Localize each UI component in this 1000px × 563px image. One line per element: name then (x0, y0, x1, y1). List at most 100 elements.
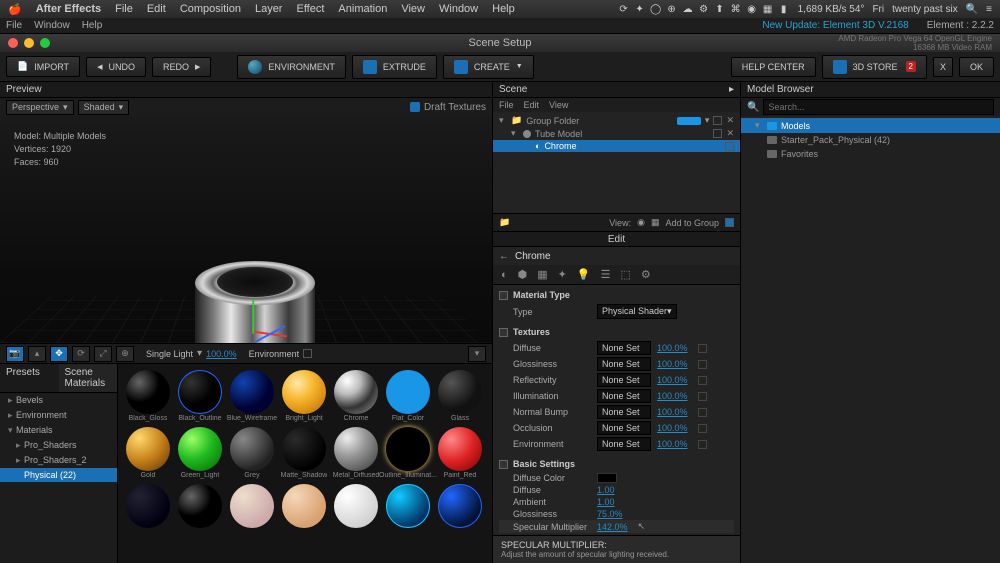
env-checkbox[interactable] (303, 349, 312, 358)
tex-env-pct[interactable]: 100.0% (657, 439, 688, 449)
mat-flat-color[interactable]: Flat_Color (384, 370, 432, 425)
menu-window[interactable]: Window (439, 3, 478, 15)
channel-icon[interactable]: ▦ (537, 268, 547, 281)
tube-model-preview[interactable] (195, 261, 315, 343)
create-button[interactable]: CREATE▼ (443, 55, 534, 79)
tex-occ-slot[interactable]: None Set (597, 421, 651, 435)
diffuse-color-swatch[interactable] (597, 473, 617, 483)
ok-button[interactable]: OK (959, 57, 994, 77)
mat-black-gloss[interactable]: Black_Gloss (124, 370, 172, 425)
mat-blue-wireframe[interactable]: Blue_Wireframe (228, 370, 276, 425)
draft-textures-checkbox[interactable] (410, 102, 420, 112)
add-to-group-button[interactable] (725, 218, 734, 227)
section-basic-settings[interactable]: Basic Settings (499, 456, 734, 472)
light-value[interactable]: 100.0% (206, 349, 237, 359)
tex-refl-slot[interactable]: None Set (597, 373, 651, 387)
channel-icon[interactable]: ◐ (501, 269, 508, 281)
section-textures[interactable]: Textures (499, 324, 734, 340)
tex-nbump-slot[interactable]: None Set (597, 405, 651, 419)
tex-env-slot[interactable]: None Set (597, 437, 651, 451)
channel-icon[interactable]: 💡 (577, 268, 591, 281)
scene-menu-edit[interactable]: Edit (524, 100, 540, 110)
visibility-toggle[interactable] (713, 129, 722, 138)
mat-glass[interactable]: Glass (436, 370, 484, 425)
camera-tool[interactable]: 📷 (6, 346, 24, 362)
tree-favorites[interactable]: Favorites (741, 147, 1000, 161)
channel-icon[interactable]: ☰ (601, 268, 611, 281)
menu-help[interactable]: Help (492, 3, 515, 15)
delete-icon[interactable]: ✕ (726, 115, 734, 126)
channel-icon[interactable]: ⬢ (518, 268, 528, 281)
menu-animation[interactable]: Animation (338, 3, 387, 15)
search-icon[interactable]: 🔍 (966, 4, 978, 15)
tree-bevels[interactable]: ▸Bevels (0, 393, 117, 408)
move-tool[interactable]: ✥ (50, 346, 68, 362)
scene-group-folder[interactable]: ▾📁 Group Folder ▾✕ (493, 114, 740, 127)
scene-tube-model[interactable]: ▾ Tube Model ✕ (493, 127, 740, 140)
menu-composition[interactable]: Composition (180, 3, 241, 15)
redo-button[interactable]: REDO▶ (152, 57, 211, 77)
scene-chrome-material[interactable]: ◐ Chrome (493, 140, 740, 152)
menu-view[interactable]: View (401, 3, 425, 15)
tex-diffuse-slot[interactable]: None Set (597, 341, 651, 355)
tree-models[interactable]: ▾Models (741, 118, 1000, 133)
mat-item[interactable] (176, 484, 224, 539)
tex-gloss-slot[interactable]: None Set (597, 357, 651, 371)
settings-icon[interactable]: ▾ (468, 346, 486, 362)
select-tool[interactable]: ▴ (28, 346, 46, 362)
tree-starter-pack[interactable]: Starter_Pack_Physical (42) (741, 133, 1000, 147)
tab-scene-materials[interactable]: Scene Materials (59, 364, 118, 393)
gear-icon[interactable]: ⚙ (641, 268, 651, 281)
mat-black-outline[interactable]: Black_Outline (176, 370, 224, 425)
e3d-menu-help[interactable]: Help (82, 20, 103, 31)
scale-tool[interactable]: ⤢ (94, 346, 112, 362)
app-name[interactable]: After Effects (36, 3, 101, 15)
mat-item[interactable] (384, 484, 432, 539)
apple-icon[interactable]: 🍎 (8, 3, 22, 16)
model-search-input[interactable] (763, 99, 994, 115)
ambient-value[interactable]: 1.00 (597, 497, 615, 507)
section-material-type[interactable]: Material Type (499, 287, 734, 303)
folder-icon[interactable]: 📁 (499, 217, 510, 228)
mat-item[interactable] (228, 484, 276, 539)
tex-refl-pct[interactable]: 100.0% (657, 375, 688, 385)
mat-item[interactable] (280, 484, 328, 539)
close-button[interactable]: X (933, 57, 953, 77)
minimize-window-button[interactable] (24, 38, 34, 48)
glossiness-value[interactable]: 75.0% (597, 509, 623, 519)
mat-item[interactable] (436, 484, 484, 539)
3d-viewport[interactable]: Model: Multiple Models Vertices: 1920 Fa… (0, 116, 492, 343)
tab-presets[interactable]: Presets (0, 364, 59, 393)
mat-chrome[interactable]: Chrome (332, 370, 380, 425)
tex-gloss-pct[interactable]: 100.0% (657, 359, 688, 369)
specular-multiplier-value[interactable]: 142.0% (597, 522, 628, 532)
mat-grey[interactable]: Grey (228, 427, 276, 482)
tree-physical[interactable]: Physical (22) (0, 468, 117, 482)
tree-environment[interactable]: ▸Environment (0, 408, 117, 423)
mat-paint-red[interactable]: Paint_Red (436, 427, 484, 482)
clock[interactable]: twenty past six (892, 4, 958, 15)
camera-dropdown[interactable]: Perspective▾ (6, 100, 74, 115)
menu-layer[interactable]: Layer (255, 3, 283, 15)
scene-menu-file[interactable]: File (499, 100, 514, 110)
shader-type-dropdown[interactable]: Physical Shader▾ (597, 304, 677, 319)
diffuse-value[interactable]: 1.00 (597, 485, 615, 495)
view-mode-icon[interactable]: ▦ (651, 217, 660, 228)
mat-item[interactable] (124, 484, 172, 539)
zoom-window-button[interactable] (40, 38, 50, 48)
e3d-menu-file[interactable]: File (6, 20, 22, 31)
tex-occ-pct[interactable]: 100.0% (657, 423, 688, 433)
visibility-toggle[interactable] (725, 142, 734, 151)
menu-edit[interactable]: Edit (147, 3, 166, 15)
mat-outline-illuminated[interactable]: Outline_Illuminat... (384, 427, 432, 482)
menu-effect[interactable]: Effect (296, 3, 324, 15)
mat-metal-diffused[interactable]: Metal_Diffused (332, 427, 380, 482)
mat-green-light[interactable]: Green_Light (176, 427, 224, 482)
e3d-menu-window[interactable]: Window (34, 20, 70, 31)
tex-illum-pct[interactable]: 100.0% (657, 391, 688, 401)
undo-button[interactable]: ◀UNDO (86, 57, 146, 77)
extrude-button[interactable]: EXTRUDE (352, 55, 437, 79)
help-center-button[interactable]: HELP CENTER (731, 57, 816, 77)
mat-matte-shadow[interactable]: Matte_Shadow (280, 427, 328, 482)
channel-icon[interactable]: ✦ (558, 268, 567, 281)
